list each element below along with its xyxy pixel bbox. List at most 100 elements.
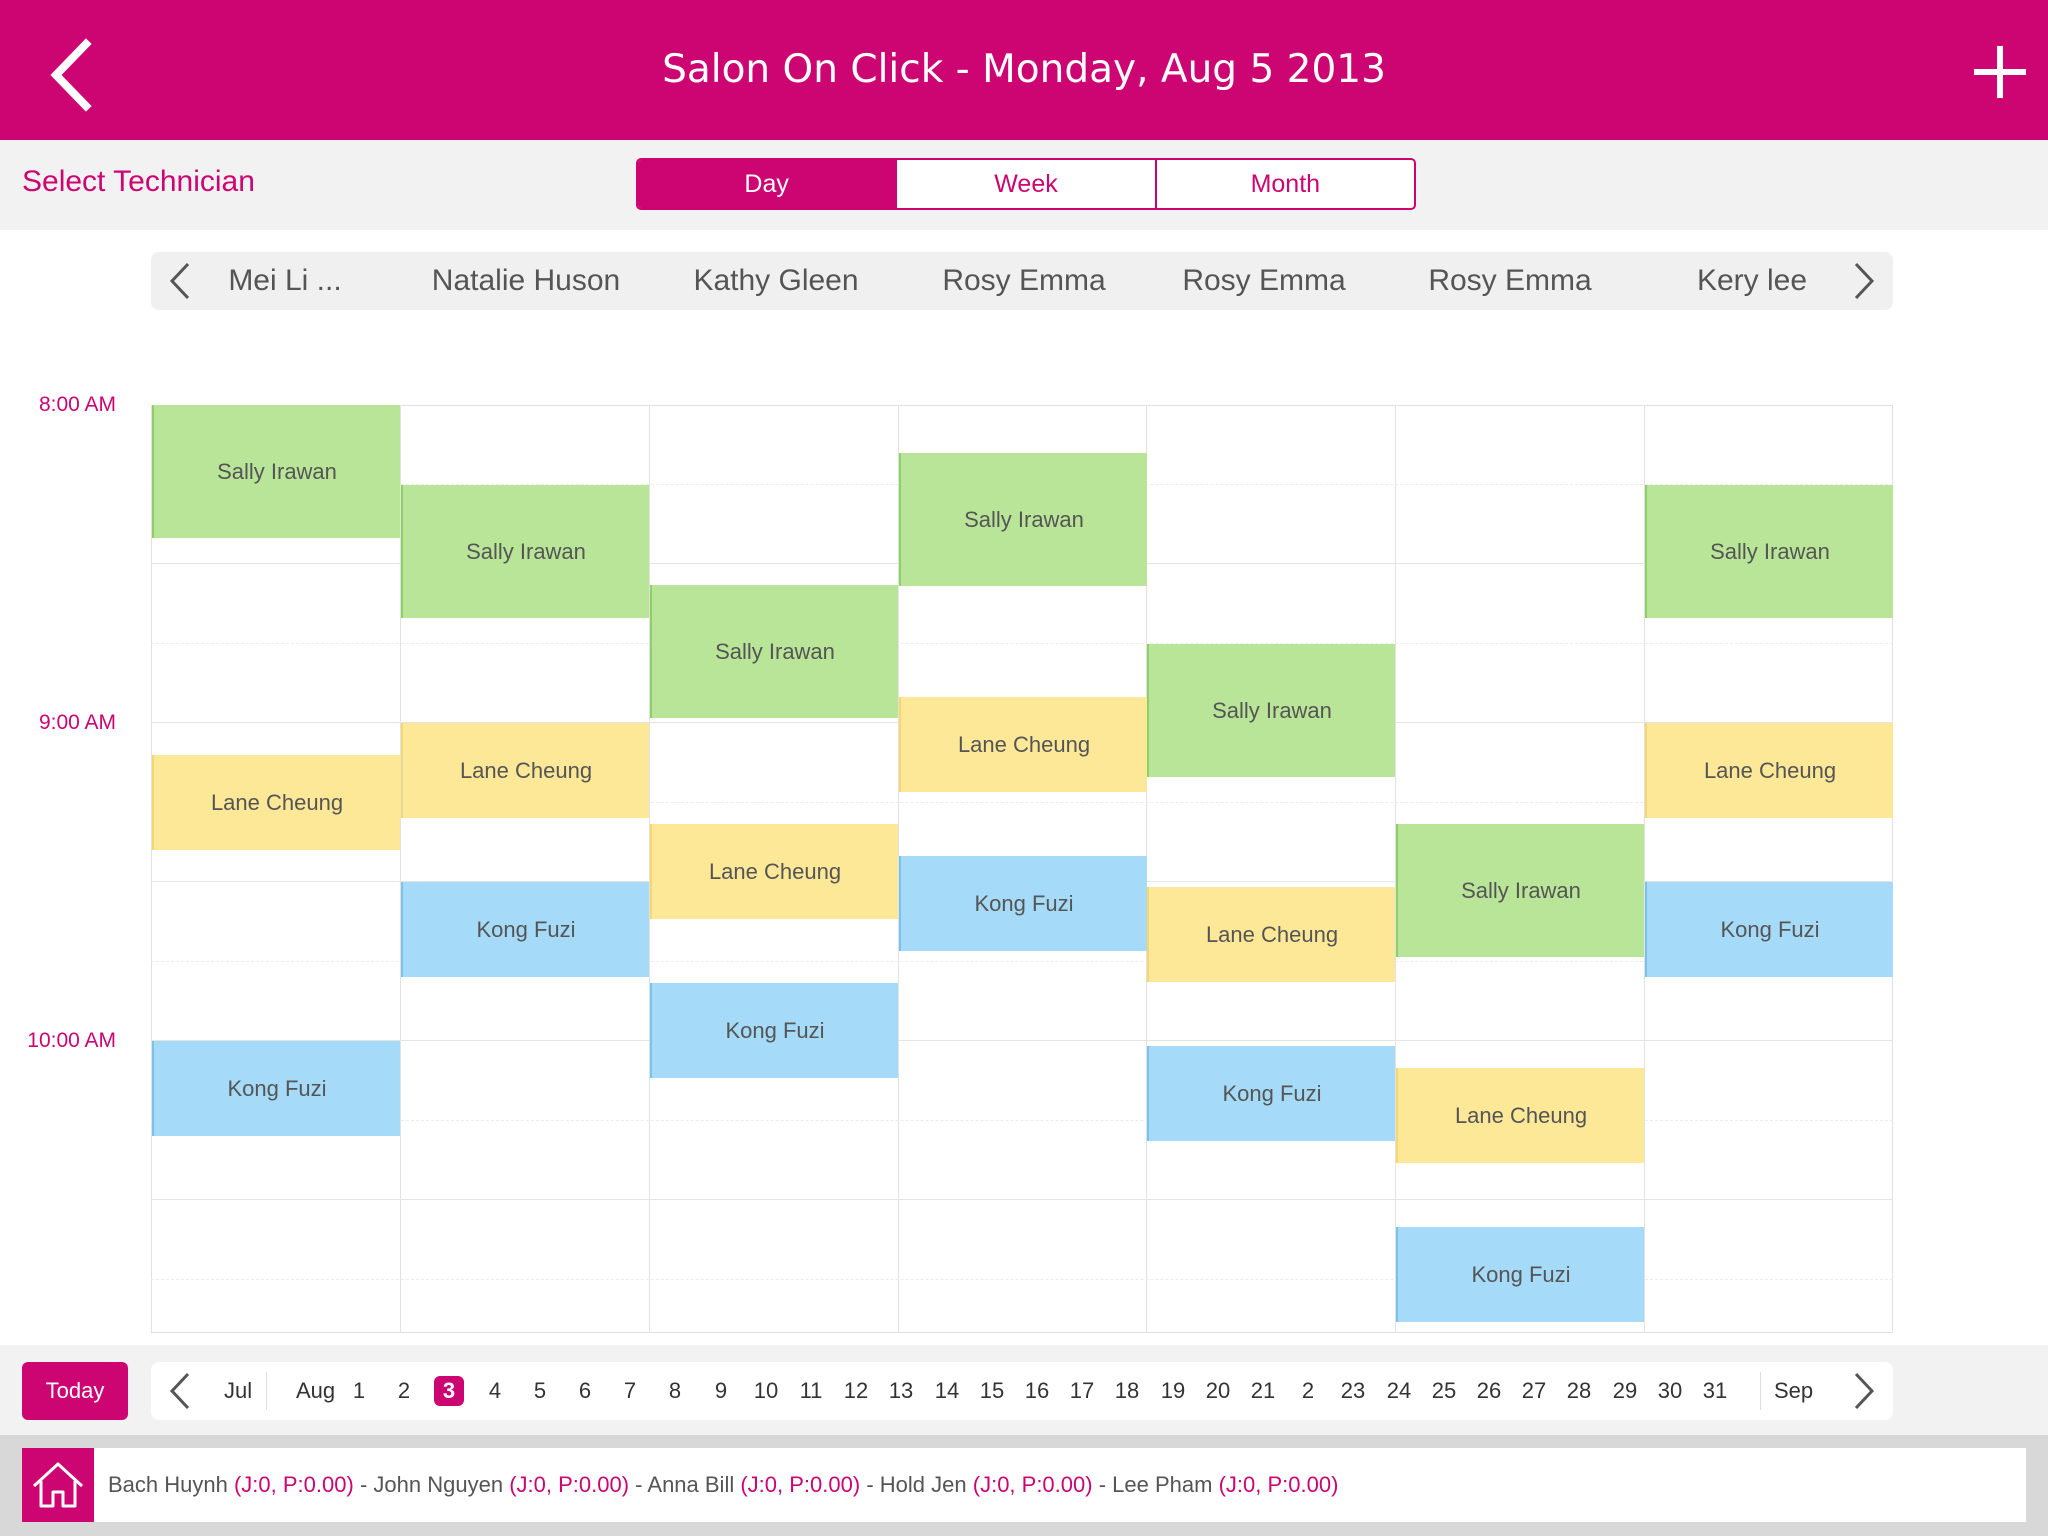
day-item[interactable]: 11 [791,1362,831,1420]
appointment-block[interactable]: Sally Irawan [899,453,1147,586]
appointment-block[interactable]: Lane Cheung [401,723,649,818]
staff-name: Anna Bill [647,1472,735,1497]
month-current-label[interactable]: Aug [296,1362,335,1420]
appointment-block[interactable]: Sally Irawan [1645,485,1893,618]
appointment-client-name: Kong Fuzi [1471,1261,1571,1287]
page-title: Salon On Click - Monday, Aug 5 2013 [662,47,1386,92]
technician-column-header[interactable]: Rosy Emma [1140,252,1388,310]
day-item[interactable]: 18 [1107,1362,1147,1420]
chevron-left-icon [169,1372,190,1410]
day-item[interactable]: 20 [1198,1362,1238,1420]
day-item[interactable]: 27 [1514,1362,1554,1420]
day-number: 27 [1521,1378,1547,1403]
month-next-label[interactable]: Sep [1774,1362,1813,1420]
time-gridline [151,1199,1893,1200]
appointment-client-name: Kong Fuzi [1222,1080,1322,1106]
day-number: 3 [434,1376,464,1406]
day-item[interactable]: 3 [429,1362,469,1420]
time-gridline [151,643,1893,644]
date-next-button[interactable] [1848,1370,1878,1417]
today-button[interactable]: Today [22,1362,128,1420]
appointment-block[interactable]: Kong Fuzi [152,1041,400,1136]
divider [1760,1372,1761,1410]
appointment-block[interactable]: Lane Cheung [650,824,898,919]
appointment-block[interactable]: Sally Irawan [650,585,898,718]
day-item[interactable]: 21 [1243,1362,1283,1420]
day-item[interactable]: 8 [655,1362,695,1420]
day-item[interactable]: 26 [1469,1362,1509,1420]
appointment-block[interactable]: Sally Irawan [1396,824,1644,957]
appointment-block[interactable]: Sally Irawan [1147,644,1395,777]
day-item[interactable]: 30 [1650,1362,1690,1420]
day-item[interactable]: 10 [746,1362,786,1420]
staff-stats: (J:0, P:0.00) [972,1472,1093,1497]
appointment-block[interactable]: Lane Cheung [899,697,1147,792]
day-item[interactable]: 2 [1288,1362,1328,1420]
day-item[interactable]: 12 [836,1362,876,1420]
appointment-client-name: Lane Cheung [1205,921,1339,947]
day-item[interactable]: 2 [384,1362,424,1420]
day-item[interactable]: 17 [1062,1362,1102,1420]
appointment-block[interactable]: Kong Fuzi [650,983,898,1078]
day-number: 31 [1702,1378,1728,1403]
day-item[interactable]: 24 [1379,1362,1419,1420]
technician-column-header[interactable]: Kery lee [1628,252,1876,310]
add-appointment-button[interactable] [1960,30,2040,110]
day-item[interactable]: 16 [1017,1362,1057,1420]
day-item[interactable]: 9 [701,1362,741,1420]
appointment-block[interactable]: Kong Fuzi [1147,1046,1395,1141]
day-item[interactable]: 13 [881,1362,921,1420]
day-number: 12 [843,1378,869,1403]
day-item[interactable]: 29 [1605,1362,1645,1420]
appointment-block[interactable]: Kong Fuzi [899,856,1147,951]
appointment-block[interactable]: Lane Cheung [1396,1068,1644,1163]
tab-month[interactable]: Month [1154,160,1414,208]
day-item[interactable]: 6 [565,1362,605,1420]
day-number: 17 [1069,1378,1095,1403]
day-number: 26 [1476,1378,1502,1403]
technician-prev-button[interactable] [166,260,196,307]
appointment-block[interactable]: Sally Irawan [152,405,400,538]
technician-column-header[interactable]: Mei Li ... [210,252,360,310]
day-number: 15 [979,1378,1005,1403]
appointment-client-name: Lane Cheung [1454,1102,1588,1128]
technician-column-header[interactable]: Rosy Emma [900,252,1148,310]
day-item[interactable]: 31 [1695,1362,1735,1420]
day-item[interactable]: 15 [972,1362,1012,1420]
select-technician-link[interactable]: Select Technician [22,165,255,199]
tab-week[interactable]: Week [895,160,1154,208]
appointment-block[interactable]: Lane Cheung [152,755,400,850]
appointment-block[interactable]: Kong Fuzi [1645,882,1893,977]
day-number: 5 [533,1378,547,1403]
day-number: 13 [888,1378,914,1403]
day-item[interactable]: 25 [1424,1362,1464,1420]
time-label: 10:00 AM [27,1029,116,1052]
appointment-client-name: Sally Irawan [1212,697,1332,723]
day-item[interactable]: 1 [339,1362,379,1420]
technician-next-button[interactable] [1848,260,1878,307]
day-item[interactable]: 14 [927,1362,967,1420]
tab-day[interactable]: Day [638,160,896,208]
chevron-left-icon [50,38,92,112]
appointment-block[interactable]: Kong Fuzi [401,882,649,977]
appointment-block[interactable]: Lane Cheung [1645,723,1893,818]
appointment-block[interactable]: Kong Fuzi [1396,1227,1644,1322]
appointment-block[interactable]: Lane Cheung [1147,887,1395,982]
back-button[interactable] [40,30,120,120]
home-icon [32,1462,84,1508]
day-item[interactable]: 7 [610,1362,650,1420]
technician-column-header[interactable]: Rosy Emma [1386,252,1634,310]
appointment-block[interactable]: Sally Irawan [401,485,649,618]
month-prev-label[interactable]: Jul [224,1362,252,1420]
day-item[interactable]: 23 [1333,1362,1373,1420]
technician-column-header[interactable]: Kathy Gleen [652,252,900,310]
day-item[interactable]: 4 [475,1362,515,1420]
date-prev-button[interactable] [166,1370,196,1417]
technician-column-header[interactable]: Natalie Huson [402,252,650,310]
appointment-client-name: Sally Irawan [217,458,337,484]
day-item[interactable]: 19 [1153,1362,1193,1420]
day-item[interactable]: 5 [520,1362,560,1420]
appointment-client-name: Kong Fuzi [1720,916,1820,942]
home-button[interactable] [22,1448,94,1522]
day-item[interactable]: 28 [1559,1362,1599,1420]
